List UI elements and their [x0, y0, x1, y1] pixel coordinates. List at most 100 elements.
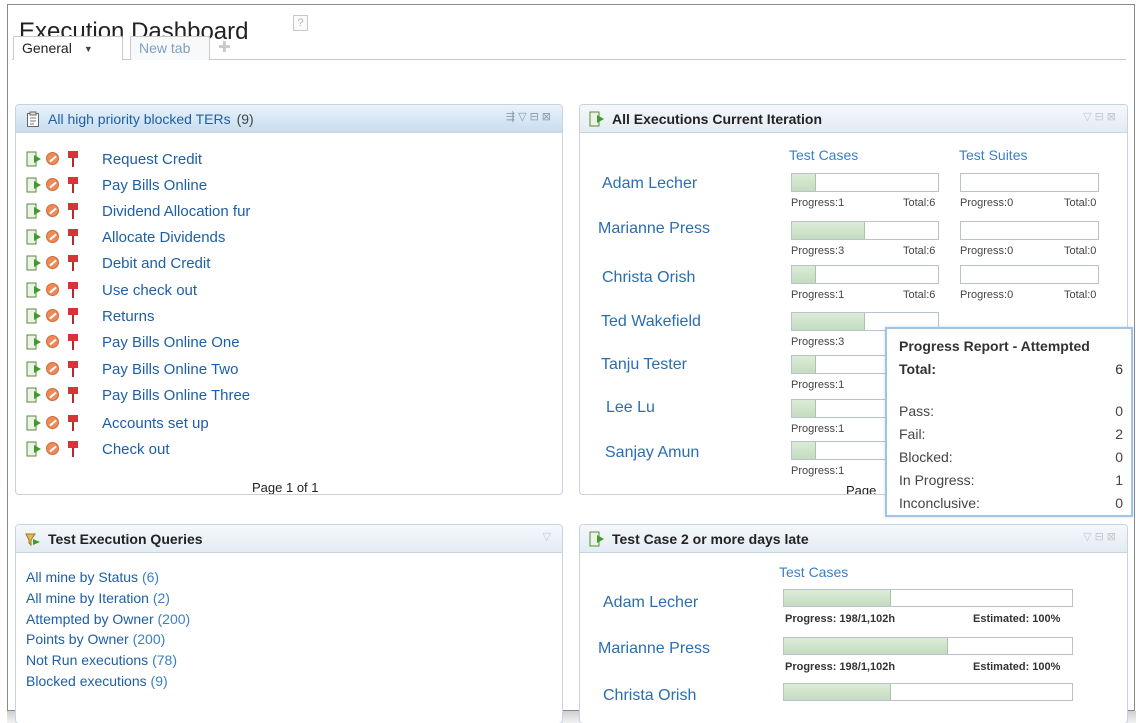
owner-name[interactable]: Adam Lecher	[603, 594, 698, 612]
query-link[interactable]: Not Run executions (78)	[26, 652, 177, 668]
page-footer: Page	[846, 483, 877, 495]
query-link[interactable]: Points by Owner (200)	[26, 631, 165, 647]
list-item-label[interactable]: Dividend Allocation fur	[102, 203, 250, 220]
list-item-label[interactable]: Pay Bills Online Three	[102, 387, 250, 404]
test-case-progress-bar[interactable]	[791, 173, 939, 192]
run-test-icon[interactable]	[26, 441, 42, 457]
list-item[interactable]: Use check out	[26, 280, 546, 304]
panel-count: (9)	[236, 111, 254, 127]
owner-name[interactable]: Marianne Press	[598, 220, 710, 238]
chevron-down-icon[interactable]: ▼	[84, 44, 93, 54]
collapse-icon[interactable]: ▽	[1083, 531, 1094, 543]
late-progress-bar[interactable]	[783, 589, 1073, 607]
priority-flag-icon	[68, 415, 78, 431]
owner-name[interactable]: Ted Wakefield	[601, 313, 701, 331]
close-icon[interactable]: ⊠	[1107, 531, 1119, 543]
tooltip-row-label: Inconclusive:	[899, 495, 980, 511]
query-link[interactable]: Attempted by Owner (200)	[26, 611, 190, 627]
list-item-label[interactable]: Pay Bills Online One	[102, 334, 240, 351]
owner-name[interactable]: Marianne Press	[598, 640, 710, 658]
run-test-icon[interactable]	[26, 361, 42, 377]
owner-name[interactable]: Tanju Tester	[601, 356, 687, 374]
run-test-icon[interactable]	[26, 151, 42, 167]
panel-title: Test Execution Queries	[48, 531, 203, 547]
query-link[interactable]: All mine by Status (6)	[26, 569, 159, 585]
run-test-icon[interactable]	[26, 308, 42, 324]
total-label: Total:6	[903, 289, 936, 301]
list-item-label[interactable]: Allocate Dividends	[102, 229, 225, 246]
tooltip-total-label: Total:	[899, 361, 937, 377]
owner-name[interactable]: Sanjay Amun	[605, 444, 699, 462]
list-item[interactable]: Debit and Credit	[26, 253, 546, 277]
col-head-test-cases[interactable]: Test Cases	[779, 564, 848, 580]
run-test-icon[interactable]	[26, 334, 42, 350]
late-progress-bar[interactable]	[783, 637, 1073, 655]
owner-name[interactable]: Adam Lecher	[602, 175, 697, 193]
blocked-icon	[46, 230, 59, 243]
test-suite-progress-bar[interactable]	[960, 265, 1099, 284]
run-test-icon[interactable]	[26, 177, 42, 193]
progress-label: Progress:0	[960, 245, 1014, 257]
blocked-icon	[46, 204, 59, 217]
query-link[interactable]: All mine by Iteration (2)	[26, 590, 170, 606]
tab-new[interactable]: New tab	[130, 36, 210, 60]
panel-title: Test Case 2 or more days late	[612, 531, 809, 547]
list-item[interactable]: Pay Bills Online	[26, 175, 546, 199]
panel-tools: ▽⊟⊠	[1083, 110, 1119, 123]
run-test-icon[interactable]	[26, 203, 42, 219]
maximize-icon[interactable]: ⊟	[530, 111, 542, 123]
maximize-icon[interactable]: ⊟	[1095, 531, 1107, 543]
run-test-icon[interactable]	[26, 387, 42, 403]
test-case-progress-bar[interactable]	[791, 265, 939, 284]
list-item[interactable]: Allocate Dividends	[26, 227, 546, 251]
panel-title-link[interactable]: All high priority blocked TERs	[48, 111, 231, 127]
move-icon[interactable]: ⇶	[506, 111, 518, 123]
test-suite-progress-bar[interactable]	[960, 221, 1099, 240]
blocked-icon	[46, 388, 59, 401]
collapse-icon[interactable]: ▽	[1083, 111, 1094, 123]
list-item-label[interactable]: Returns	[102, 308, 155, 325]
late-progress-bar[interactable]	[783, 683, 1073, 701]
blocked-icon	[46, 335, 59, 348]
list-item[interactable]: Returns	[26, 306, 546, 330]
query-link[interactable]: Blocked executions (9)	[26, 673, 168, 689]
list-item-label[interactable]: Pay Bills Online	[102, 177, 207, 194]
maximize-icon[interactable]: ⊟	[1095, 111, 1107, 123]
list-item-label[interactable]: Request Credit	[102, 151, 202, 168]
close-icon[interactable]: ⊠	[542, 111, 554, 123]
owner-name[interactable]: Lee Lu	[606, 399, 655, 417]
list-item[interactable]: Check out	[26, 439, 546, 463]
close-icon[interactable]: ⊠	[1107, 111, 1119, 123]
run-test-icon[interactable]	[26, 282, 42, 298]
list-item-label[interactable]: Debit and Credit	[102, 255, 210, 272]
collapse-icon[interactable]: ▽	[543, 531, 554, 543]
list-item[interactable]: Dividend Allocation fur	[26, 201, 546, 225]
col-head-test-cases[interactable]: Test Cases	[789, 147, 858, 163]
tab-general[interactable]: General ▼	[13, 36, 123, 60]
owner-name[interactable]: Christa Orish	[603, 687, 696, 705]
list-item-label[interactable]: Check out	[102, 441, 170, 458]
collapse-icon[interactable]: ▽	[518, 111, 529, 123]
help-icon[interactable]: ?	[293, 15, 308, 31]
col-head-test-suites[interactable]: Test Suites	[959, 147, 1027, 163]
list-item-label[interactable]: Pay Bills Online Two	[102, 361, 238, 378]
run-test-icon[interactable]	[26, 255, 42, 271]
list-item-label[interactable]: Accounts set up	[102, 415, 209, 432]
tooltip-row-label: Fail:	[899, 426, 926, 442]
owner-name[interactable]: Christa Orish	[602, 269, 695, 287]
list-item[interactable]: Pay Bills Online Three	[26, 385, 546, 409]
list-item[interactable]: Pay Bills Online One	[26, 332, 546, 356]
list-item[interactable]: Accounts set up	[26, 413, 546, 437]
list-item-label[interactable]: Use check out	[102, 282, 197, 299]
add-tab-icon[interactable]: ✚	[218, 38, 231, 56]
progress-label: Progress:0	[960, 289, 1014, 301]
test-case-progress-bar[interactable]	[791, 221, 939, 240]
list-item[interactable]: Pay Bills Online Two	[26, 359, 546, 383]
test-suite-progress-bar[interactable]	[960, 173, 1099, 192]
estimated-label: Estimated: 100%	[973, 613, 1061, 625]
run-test-icon[interactable]	[26, 229, 42, 245]
query-count: (6)	[141, 569, 160, 585]
query-count: (2)	[152, 589, 170, 606]
run-test-icon[interactable]	[26, 415, 42, 431]
list-item[interactable]: Request Credit	[26, 149, 546, 173]
